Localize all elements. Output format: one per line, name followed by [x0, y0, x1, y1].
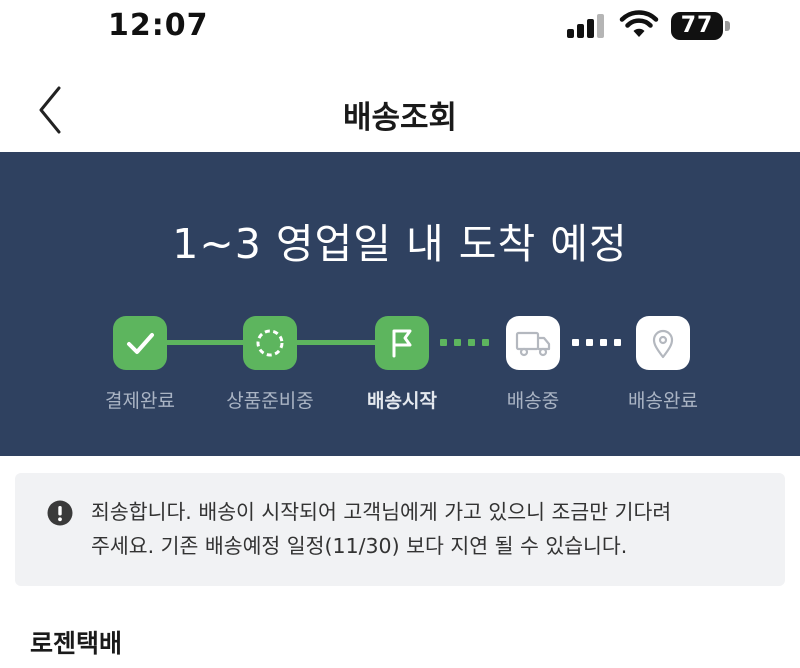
progress-line-1 — [160, 340, 250, 345]
truck-icon — [515, 331, 551, 357]
progress-line-2 — [290, 340, 380, 345]
status-time: 12:07 — [108, 8, 209, 43]
wifi-icon — [619, 10, 659, 37]
nav-header: 배송조회 — [0, 52, 800, 152]
step-preparing — [243, 316, 297, 370]
step-shipping-started — [375, 316, 429, 370]
page-title: 배송조회 — [342, 100, 458, 136]
step-in-transit — [506, 316, 560, 370]
step-label-in-transit: 배송중 — [506, 390, 560, 412]
exclamation-circle-icon — [47, 500, 73, 526]
courier-name: 로젠택배 — [30, 629, 123, 658]
delivery-hero-banner: 1~3 영업일 내 도착 예정 결제완료 상품준비중 배송시작 배송중 배송완료 — [0, 152, 800, 456]
step-payment-complete — [113, 316, 167, 370]
battery-cap — [725, 21, 730, 31]
notice-line-2: 주세요. 기존 배송예정 일정(11/30) 보다 지연 될 수 있습니다. — [91, 534, 628, 558]
flag-icon — [392, 329, 412, 358]
step-delivered — [636, 316, 690, 370]
step-label-shipping-started: 배송시작 — [367, 390, 437, 412]
check-icon — [127, 333, 154, 354]
step-label-payment-complete: 결제완료 — [105, 390, 175, 412]
battery-icon: 77 — [671, 12, 731, 40]
status-bar: 12:07 77 — [0, 0, 800, 52]
notice-message: 죄송합니다. 배송이 시작되어 고객님에게 가고 있으니 조금만 기다려 주세요… — [91, 495, 771, 563]
notice-line-1: 죄송합니다. 배송이 시작되어 고객님에게 가고 있으니 조금만 기다려 — [91, 500, 672, 524]
cellular-signal-icon — [567, 14, 604, 38]
battery-level: 77 — [680, 13, 714, 38]
location-pin-icon — [652, 329, 674, 359]
estimated-arrival-title: 1~3 영업일 내 도착 예정 — [172, 220, 628, 268]
delay-notice: 죄송합니다. 배송이 시작되어 고객님에게 가고 있으니 조금만 기다려 주세요… — [15, 473, 785, 586]
step-label-delivered: 배송완료 — [628, 390, 698, 412]
dashed-circle-icon — [256, 329, 284, 357]
step-label-preparing: 상품준비중 — [226, 390, 314, 412]
